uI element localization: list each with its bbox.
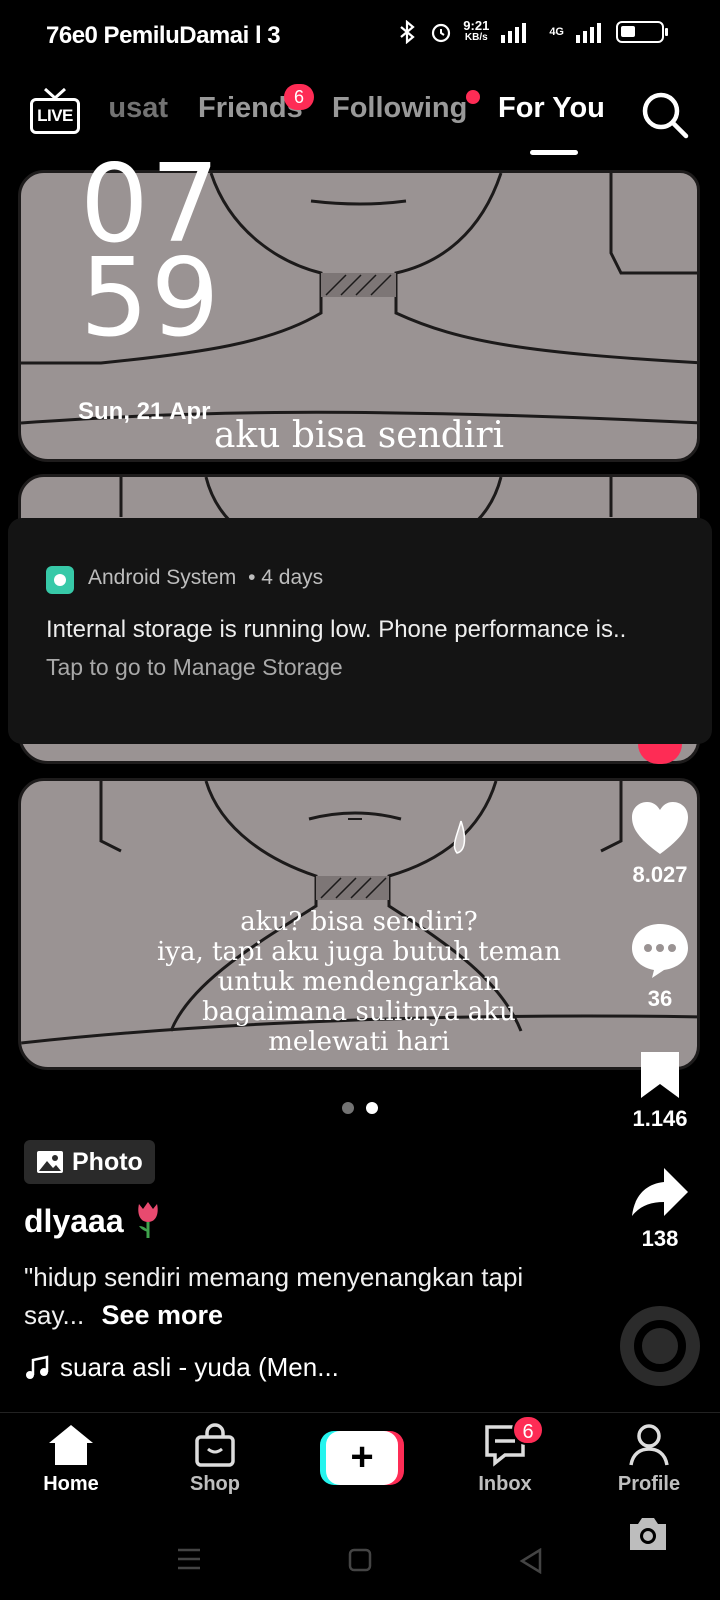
carousel-dots [342,1102,378,1114]
bluetooth-icon [400,20,415,44]
live-tv-icon: LIVE [30,98,80,134]
network-type: 4G [549,26,564,38]
nav-inbox[interactable]: Inbox 6 [450,1415,560,1496]
bookmark-icon [641,1052,679,1098]
android-storage-icon [46,566,74,594]
lock-clock: 07 59 [80,151,222,361]
create-button[interactable]: + [320,1431,404,1485]
signal-icon [501,23,527,43]
home-square-icon[interactable] [348,1548,372,1572]
music-track-title: suara asli - yuda (Men... [60,1352,339,1382]
carousel-dot-active[interactable] [366,1102,378,1114]
status-icons: 9:21 KB/s 4G [397,18,668,44]
notification-subtitle: Tap to go to Manage Storage [46,654,343,680]
panel-3-caption: aku? bisa sendiri? iya, tapi aku juga bu… [21,907,697,1057]
speed-readout: 9:21 KB/s [463,18,490,44]
bookmark-count: 1.146 [632,1106,688,1131]
panel-3-line: aku? bisa sendiri? [240,907,478,937]
like-button[interactable]: 8.027 [618,800,702,888]
live-button[interactable]: LIVE [30,88,82,136]
carousel-dot[interactable] [342,1102,354,1114]
alarm-icon [432,23,451,43]
bookmark-button[interactable]: 1.146 [618,1050,702,1132]
image-panel-3[interactable]: aku? bisa sendiri? iya, tapi aku juga bu… [18,778,700,1070]
share-button[interactable]: 138 [618,1166,702,1252]
like-count: 8.027 [632,862,688,887]
photo-badge: Photo [24,1140,155,1184]
camera-icon[interactable] [626,1516,670,1552]
comment-button[interactable]: 36 [618,922,702,1012]
net-speed-unit: KB/s [464,32,488,43]
notification-source: Android System • 4 days [88,566,323,590]
status-carrier-text: 76e0 PemiluDamai l 3 [46,22,281,49]
status-left-text: 76e0 PemiluDamai l 3 [46,22,281,50]
username-text: dlyaaa [24,1203,124,1239]
nav-profile[interactable]: Profile [594,1423,704,1496]
tab-pusat[interactable]: usat [96,92,168,125]
tab-pusat-label: usat [108,92,168,124]
notification-title: Internal storage is running low. Phone p… [46,616,627,643]
tab-for-you[interactable]: For You [498,92,605,125]
nav-inbox-label: Inbox [478,1473,532,1495]
nav-shop[interactable]: Shop [160,1423,270,1496]
signal-2-icon [576,23,601,43]
shop-bag-icon [195,1423,235,1467]
status-bar: 76e0 PemiluDamai l 3 9:21 KB/s 4G [0,0,720,72]
image-icon [37,1151,63,1173]
search-icon [642,92,689,139]
bottom-nav: Home Shop + Inbox 6 Profile [0,1412,720,1520]
tulip-icon [137,1202,158,1238]
caption-text: "hidup sendiri memang menyenangkan tapi … [24,1262,524,1330]
plus-icon: + [326,1431,398,1485]
nav-home[interactable]: Home [16,1423,126,1496]
tab-following[interactable]: Following [332,92,467,125]
tab-following-label: Following [332,92,468,124]
status-time-small: 9:21 [463,18,490,33]
inbox-badge: 6 [512,1415,544,1445]
active-tab-indicator [530,150,578,155]
following-dot [466,90,480,104]
notification-app: Android System [88,566,237,589]
panel-3-line: bagaimana sulitnya aku [202,997,516,1027]
comment-count: 36 [647,986,673,1011]
recents-icon[interactable] [176,1548,202,1570]
music-disc-button[interactable] [620,1306,700,1386]
share-arrow-icon [632,1168,688,1216]
tab-for-you-label: For You [498,92,605,124]
search-button[interactable] [640,90,690,140]
nav-profile-label: Profile [617,1473,681,1495]
system-nav-bar [0,1520,720,1600]
comment-bubble-icon [632,924,688,978]
back-triangle-icon[interactable] [518,1548,544,1574]
profile-icon [629,1424,669,1466]
music-track[interactable]: suara asli - yuda (Men... [24,1352,339,1383]
share-count: 138 [641,1226,679,1251]
post-caption[interactable]: "hidup sendiri memang menyenangkan tapi … [24,1258,584,1334]
friends-badge: 6 [284,84,314,110]
music-note-icon [26,1354,49,1379]
nav-shop-label: Shop [190,1473,240,1495]
photo-badge-label: Photo [72,1147,143,1176]
panel-3-line: iya, tapi aku juga butuh teman [156,937,561,967]
home-icon [49,1425,93,1465]
panel-3-line: melewati hari [268,1027,450,1057]
clock-minute: 59 [80,236,222,361]
battery-icon [616,21,668,43]
see-more-link[interactable]: See more [101,1300,223,1330]
storage-notification[interactable]: Android System • 4 days Internal storage… [8,518,712,744]
nav-home-label: Home [43,1473,99,1495]
author-username[interactable]: dlyaaa [24,1200,163,1240]
heart-icon [632,802,688,854]
notification-age: • 4 days [248,566,324,589]
lock-date: Sun, 21 Apr [78,398,211,425]
panel-3-line: untuk mendengarkan [217,967,501,997]
